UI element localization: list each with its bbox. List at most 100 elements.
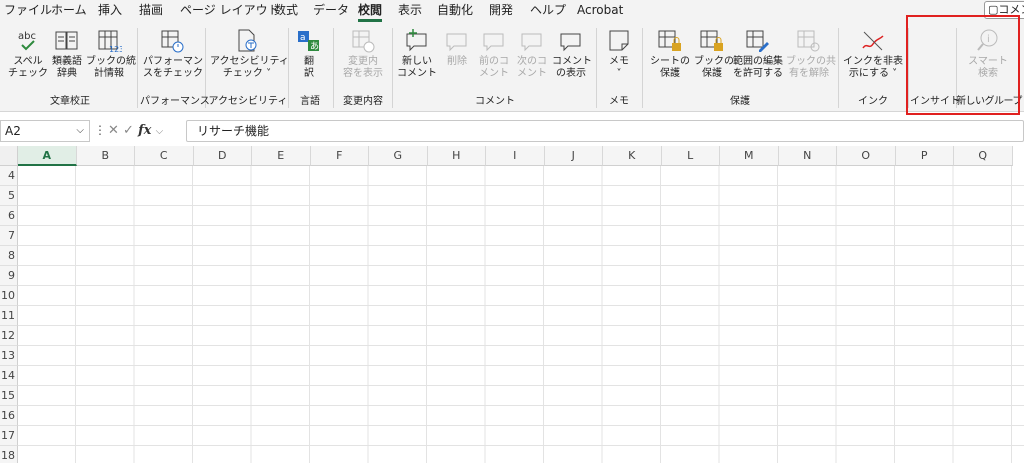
svg-text:a: a <box>300 33 306 43</box>
previous-comment-button[interactable]: 前のコ メント <box>476 28 512 80</box>
accessibility-icon <box>238 29 257 52</box>
hide-ink-icon <box>862 31 884 51</box>
worksheet-grid[interactable]: ABCDEFGHIJKLMNOPQ 4 5 6 7 8 9 10 11 12 13 14 15 16 17… <box>0 146 1024 463</box>
group-separator <box>333 28 334 108</box>
allow-edit-ranges-button[interactable]: 範囲の編集 を許可する <box>732 28 784 80</box>
previous-comment-icon <box>483 33 504 52</box>
tab-insert[interactable]: 挿入 <box>98 3 122 18</box>
column-header-k[interactable]: K <box>603 146 662 166</box>
tab-formulas[interactable]: 数式 <box>274 3 298 18</box>
more-options-icon[interactable]: ⋮ <box>94 123 106 137</box>
unshare-workbook-button[interactable]: ブックの共 有を解除 <box>786 28 836 80</box>
tab-help[interactable]: ヘルプ <box>530 3 566 18</box>
column-header-p[interactable]: P <box>895 146 954 166</box>
delete-comment-icon <box>446 33 467 52</box>
row-header-18[interactable]: 18 <box>0 446 18 463</box>
protect-sheet-button[interactable]: シートの 保護 <box>648 28 692 80</box>
workbook-statistics-button[interactable]: 123 ブックの統 計情報 <box>86 28 136 80</box>
tab-view[interactable]: 表示 <box>398 3 422 18</box>
row-header-12[interactable]: 12 <box>0 326 18 346</box>
check-accessibility-button[interactable]: アクセシビリティ チェック ˅ <box>210 28 289 80</box>
group-label-proofing: 文章校正 <box>50 96 90 107</box>
chevron-down-icon[interactable]: ⌵ <box>156 126 164 137</box>
translate-icon: aあ <box>298 31 319 52</box>
group-label-notes: メモ <box>609 96 629 107</box>
column-header-f[interactable]: F <box>310 146 369 166</box>
tab-acrobat[interactable]: Acrobat <box>577 3 623 18</box>
tab-file[interactable]: ファイル <box>4 3 52 18</box>
note-icon <box>609 30 629 51</box>
row-header-8[interactable]: 8 <box>0 246 18 266</box>
protect-workbook-button[interactable]: ブックの 保護 <box>694 28 734 80</box>
group-label-accessibility: アクセシビリティ <box>208 96 288 107</box>
protect-sheet-icon <box>658 30 681 51</box>
next-comment-button[interactable]: 次のコ メント <box>514 28 550 80</box>
insert-function-icon[interactable]: fx <box>138 123 151 138</box>
column-header-q[interactable]: Q <box>954 146 1013 166</box>
column-header-h[interactable]: H <box>427 146 486 166</box>
column-header-d[interactable]: D <box>193 146 252 166</box>
column-header-m[interactable]: M <box>720 146 779 166</box>
group-separator <box>137 28 138 108</box>
hide-ink-button[interactable]: インクを非表 示にする ˅ <box>842 28 904 80</box>
row-header-10[interactable]: 10 <box>0 286 18 306</box>
show-comments-icon <box>560 33 581 52</box>
column-header-l[interactable]: L <box>661 146 720 166</box>
row-header-6[interactable]: 6 <box>0 206 18 226</box>
column-header-a[interactable]: A <box>18 146 77 166</box>
tab-data[interactable]: データ <box>313 3 349 18</box>
group-label-protect: 保護 <box>730 96 750 107</box>
notes-button[interactable]: メモ ˅ <box>602 28 636 80</box>
enter-check-icon[interactable]: ✓ <box>123 123 134 138</box>
new-comment-button[interactable]: 新しい コメント <box>396 28 438 80</box>
row-header-15[interactable]: 15 <box>0 386 18 406</box>
formula-input[interactable]: リサーチ機能 <box>186 120 1024 142</box>
delete-comment-button[interactable]: 削除 <box>440 28 474 68</box>
tab-automate[interactable]: 自動化 <box>437 3 473 18</box>
row-header-16[interactable]: 16 <box>0 406 18 426</box>
translate-button[interactable]: aあ 翻訳 <box>292 28 326 80</box>
group-separator <box>596 28 597 108</box>
workbook-stats-icon: 123 <box>98 30 122 54</box>
thesaurus-button[interactable]: 類義語 辞典 <box>50 28 84 80</box>
tab-page-layout[interactable]: ページ レイアウト <box>180 3 280 18</box>
column-header-c[interactable]: C <box>135 146 194 166</box>
show-comments-button[interactable]: コメント の表示 <box>552 28 592 80</box>
column-header-i[interactable]: I <box>486 146 545 166</box>
svg-text:あ: あ <box>310 41 319 52</box>
tab-home[interactable]: ホーム <box>51 3 87 18</box>
unshare-workbook-icon <box>797 30 820 52</box>
row-header-17[interactable]: 17 <box>0 426 18 446</box>
tab-review[interactable]: 校閲 <box>358 3 382 18</box>
column-header-g[interactable]: G <box>369 146 428 166</box>
select-all-corner[interactable] <box>0 146 18 166</box>
check-performance-button[interactable]: パフォーマン スをチェック <box>143 28 203 80</box>
column-header-e[interactable]: E <box>252 146 311 166</box>
protect-workbook-icon <box>700 30 723 51</box>
row-header-11[interactable]: 11 <box>0 306 18 326</box>
column-header-o[interactable]: O <box>837 146 896 166</box>
ribbon-tab-bar: ファイル ホーム 挿入 描画 ページ レイアウト 数式 データ 校閲 表示 自動… <box>0 0 1024 22</box>
row-header-14[interactable]: 14 <box>0 366 18 386</box>
spelling-button[interactable]: abc スペル チェック <box>8 28 48 80</box>
group-separator <box>838 28 839 108</box>
cancel-icon[interactable]: ✕ <box>108 123 119 138</box>
column-header-b[interactable]: B <box>76 146 135 166</box>
tab-developer[interactable]: 開発 <box>489 3 513 18</box>
abc-check-icon: abc <box>18 31 36 51</box>
group-label-changes: 変更内容 <box>343 96 383 107</box>
row-header-4[interactable]: 4 <box>0 166 18 186</box>
cell-area[interactable] <box>18 166 1024 463</box>
chevron-down-icon[interactable]: ⌵ <box>76 121 84 141</box>
show-changes-button[interactable]: 変更内 容を表示 <box>338 28 388 80</box>
new-comment-icon <box>406 29 427 52</box>
book-icon <box>55 31 78 50</box>
name-box[interactable]: A2 ⌵ <box>0 120 90 142</box>
row-header-9[interactable]: 9 <box>0 266 18 286</box>
column-header-n[interactable]: N <box>778 146 837 166</box>
row-header-7[interactable]: 7 <box>0 226 18 246</box>
tab-draw[interactable]: 描画 <box>139 3 163 18</box>
row-header-5[interactable]: 5 <box>0 186 18 206</box>
row-header-13[interactable]: 13 <box>0 346 18 366</box>
column-header-j[interactable]: J <box>544 146 603 166</box>
